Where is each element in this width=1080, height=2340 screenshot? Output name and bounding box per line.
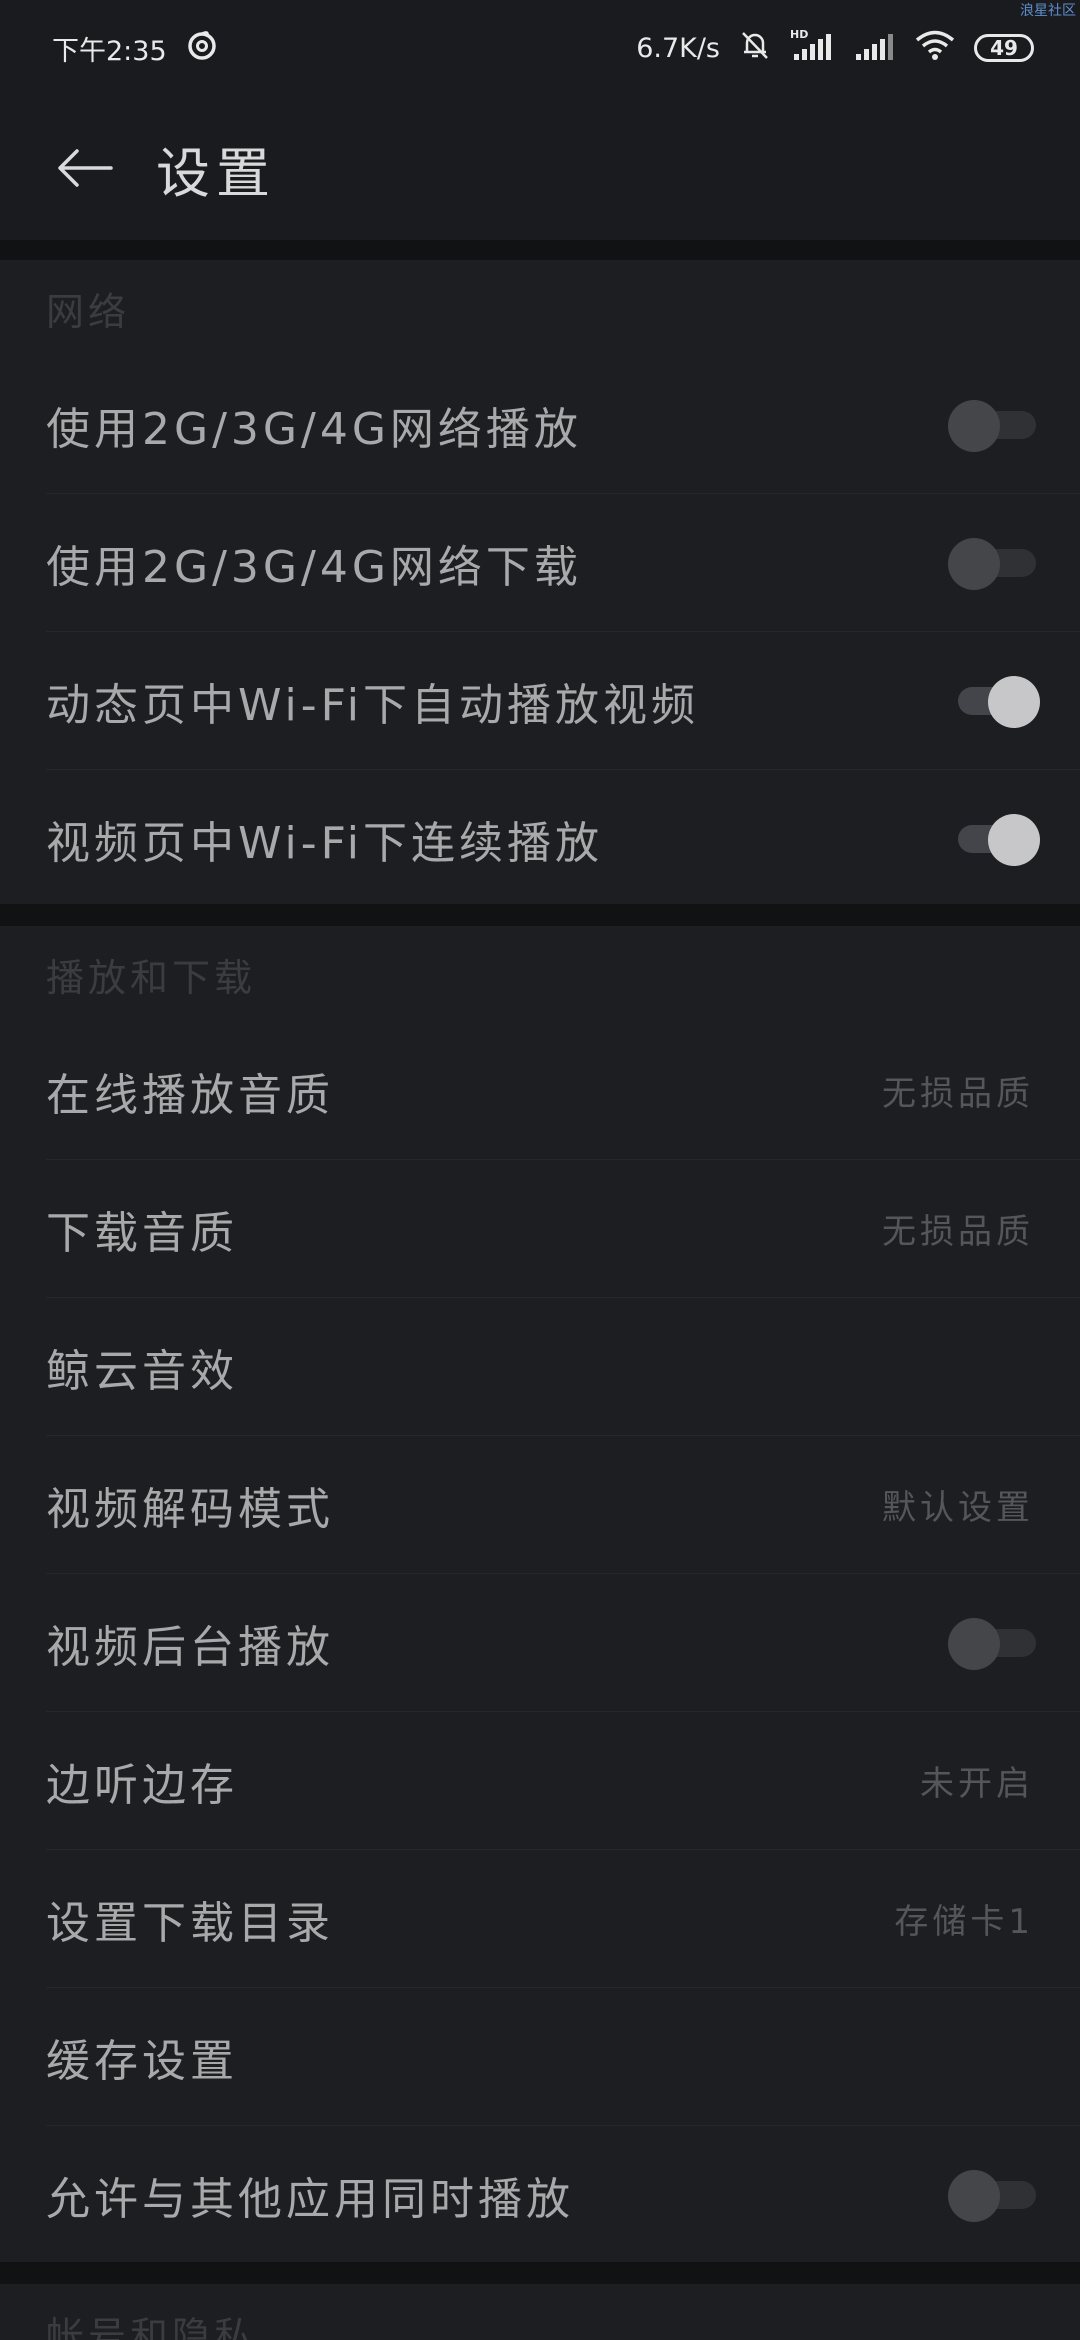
settings-row-label: 缓存设置 (46, 2035, 238, 2087)
toggle-switch[interactable] (948, 2170, 1040, 2222)
settings-row[interactable]: 下载音质 无损品质 (46, 1160, 1080, 1298)
section-divider (0, 2262, 1080, 2284)
toggle-knob (948, 399, 1000, 452)
settings-row[interactable]: 鲸云音效 (46, 1298, 1080, 1436)
settings-row-label: 视频解码模式 (46, 1483, 334, 1535)
toggle-knob (948, 2170, 1000, 2222)
settings-row-label: 使用2G/3G/4G网络播放 (46, 403, 582, 455)
toggle-knob (948, 1617, 1000, 1670)
settings-row-label: 设置下载目录 (46, 1897, 334, 1949)
settings-row-label: 鲸云音效 (46, 1345, 238, 1397)
settings-row[interactable]: 视频解码模式 默认设置 (46, 1436, 1080, 1574)
settings-row[interactable]: 设置下载目录 存储卡1 (46, 1850, 1080, 1988)
settings-row[interactable]: 使用2G/3G/4G网络播放 (46, 356, 1080, 494)
settings-row-label: 动态页中Wi-Fi下自动播放视频 (46, 679, 699, 731)
section-title: 播放和下载 (46, 955, 257, 1000)
settings-row[interactable]: 视频页中Wi-Fi下连续播放 (46, 770, 1080, 908)
toggle-knob (988, 814, 1040, 866)
settings-row-label: 使用2G/3G/4G网络下载 (46, 541, 582, 593)
settings-row-label: 视频页中Wi-Fi下连续播放 (46, 818, 603, 869)
page-title: 设置 (156, 141, 276, 205)
signal-icon (852, 28, 896, 69)
mute-bell-icon (738, 28, 772, 69)
section-network: 网络 使用2G/3G/4G网络播放 使用2G/3G/4G网络下载动态页中Wi-Fi… (0, 260, 1080, 908)
watermark: 浪星社区 (1020, 3, 1076, 19)
toggle-switch[interactable] (948, 537, 1040, 590)
settings-row-label: 边听边存 (46, 1759, 238, 1811)
settings-row-value: 无损品质 (882, 1212, 1034, 1252)
settings-row[interactable]: 缓存设置 (46, 1988, 1080, 2126)
settings-row[interactable]: 视频后台播放 (46, 1574, 1080, 1712)
settings-row-value: 无损品质 (882, 1074, 1034, 1114)
app-header: 设置 (0, 96, 1080, 240)
toggle-switch[interactable] (948, 814, 1040, 866)
arrow-left-icon (58, 149, 113, 187)
settings-row-value: 未开启 (920, 1764, 1034, 1804)
toggle-switch[interactable] (948, 1617, 1040, 1670)
section-play-download: 播放和下载 在线播放音质 无损品质 下载音质 无损品质 鲸云音效 视频解码模式 默认设置 视频… (0, 926, 1080, 2264)
network-speed: 6.7K/s (636, 32, 720, 64)
section-title: 网络 (46, 289, 131, 334)
settings-row[interactable]: 在线播放音质 无损品质 (46, 1022, 1080, 1160)
toggle-switch[interactable] (948, 675, 1040, 728)
settings-row-label: 在线播放音质 (46, 1069, 334, 1121)
back-button[interactable] (30, 113, 140, 223)
settings-row[interactable]: 边听边存 未开启 (46, 1712, 1080, 1850)
hd-signal-icon: HD (790, 28, 834, 69)
section-account-privacy: 帐号和隐私 (0, 2284, 1080, 2340)
settings-row[interactable]: 允许与其他应用同时播放 (46, 2126, 1080, 2264)
status-time: 下午2:35 (52, 35, 167, 67)
battery-indicator: 49 (974, 34, 1034, 62)
section-divider (0, 240, 1080, 260)
wifi-icon (914, 28, 956, 69)
status-bar: 下午2:35 6.7K/s HD 49 (0, 0, 1080, 96)
settings-row[interactable]: 使用2G/3G/4G网络下载 (46, 494, 1080, 632)
settings-row-value: 默认设置 (882, 1488, 1034, 1528)
settings-row-label: 下载音质 (46, 1207, 238, 1259)
netease-status-icon (185, 28, 219, 69)
toggle-knob (988, 675, 1040, 728)
section-divider (0, 904, 1080, 926)
settings-row-label: 视频后台播放 (46, 1621, 334, 1673)
toggle-knob (948, 537, 1000, 590)
section-title: 帐号和隐私 (46, 2313, 257, 2340)
svg-text:HD: HD (790, 28, 808, 41)
toggle-switch[interactable] (948, 399, 1040, 452)
settings-row-value: 存储卡1 (894, 1902, 1034, 1942)
settings-row[interactable]: 动态页中Wi-Fi下自动播放视频 (46, 632, 1080, 770)
settings-row-label: 允许与其他应用同时播放 (46, 2174, 574, 2225)
